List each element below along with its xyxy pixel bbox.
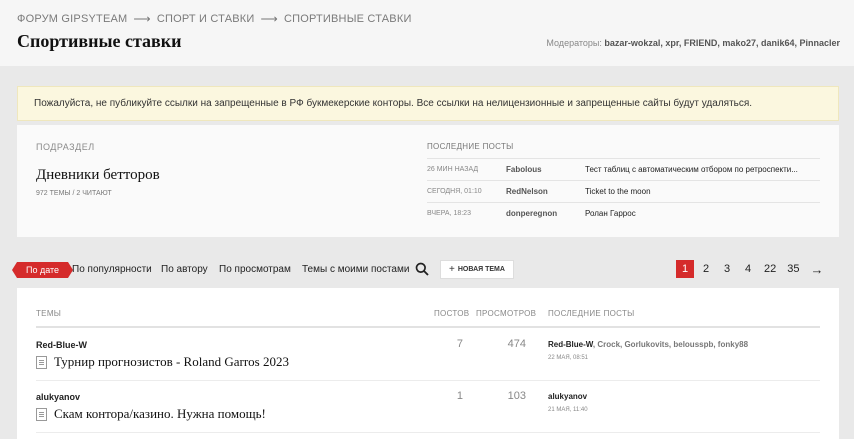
topic-last-post-date: 21 МАЯ, 11:40 — [548, 407, 588, 413]
page-1-button[interactable]: 1 — [676, 260, 694, 278]
last-post-row[interactable]: ВЧЕРА, 18:23 donperegnon Ролан Гаррос — [427, 202, 820, 224]
topic-author[interactable]: Red-Blue-W — [36, 340, 87, 350]
column-header-last-posts: ПОСЛЕДНИЕ ПОСТЫ — [548, 309, 635, 318]
document-icon — [36, 408, 47, 421]
breadcrumb: ФОРУМ GIPSYTEAM ⟶ СПОРТ И СТАВКИ ⟶ СПОРТ… — [17, 12, 412, 26]
subforum-link[interactable]: Дневники бетторов — [36, 167, 160, 184]
table-row: Red-Blue-W Турнир прогнозистов - Roland … — [36, 329, 820, 381]
document-icon — [36, 356, 47, 369]
topics-table: ТЕМЫ ПОСТОВ ПРОСМОТРОВ ПОСЛЕДНИЕ ПОСТЫ R… — [17, 288, 839, 439]
notice-banner: Пожалуйста, не публикуйте ссылки на запр… — [17, 86, 839, 121]
sort-by-views-tab[interactable]: По просмотрам — [219, 264, 291, 275]
table-row: alukyanov Скам контора/казино. Нужна пом… — [36, 381, 820, 433]
sort-by-popularity-tab[interactable]: По популярности — [72, 264, 152, 275]
topic-posts-count: 1 — [456, 390, 463, 402]
last-post-title[interactable]: Ролан Гаррос — [585, 209, 820, 218]
page-35-button[interactable]: 35 — [783, 260, 803, 278]
last-post-title[interactable]: Ticket to the moon — [585, 187, 820, 196]
topic-last-poster[interactable]: Red-Blue-W — [548, 340, 593, 349]
topic-last-post-date: 22 МАЯ, 08:51 — [548, 355, 589, 361]
topic-title[interactable]: Турнир прогнозистов - Roland Garros 2023 — [54, 354, 289, 370]
page-header: ФОРУМ GIPSYTEAM ⟶ СПОРТ И СТАВКИ ⟶ СПОРТ… — [0, 0, 854, 66]
breadcrumb-current[interactable]: СПОРТИВНЫЕ СТАВКИ — [284, 13, 412, 25]
sort-by-date-tab[interactable]: По дате — [11, 262, 74, 278]
last-post-author[interactable]: RedNelson — [506, 187, 585, 196]
page-3-button[interactable]: 3 — [718, 260, 736, 278]
last-post-time: СЕГОДНЯ, 01:10 — [427, 188, 482, 195]
header-divider — [36, 326, 820, 328]
breadcrumb-arrow-icon: ⟶ — [133, 12, 151, 26]
page-title: Спортивные ставки — [17, 31, 182, 51]
notice-text: Пожалуйста, не публикуйте ссылки на запр… — [34, 98, 753, 109]
topic-title[interactable]: Скам контора/казино. Нужна помощь! — [54, 406, 266, 422]
breadcrumb-sport[interactable]: СПОРТ И СТАВКИ — [157, 13, 255, 25]
topics-toolbar: По дате По популярности По автору По про… — [11, 260, 839, 280]
subforum-panel: ПОДРАЗДЕЛ Дневники бетторов 972 ТЕМЫ / 2… — [17, 125, 839, 237]
breadcrumb-forum[interactable]: ФОРУМ GIPSYTEAM — [17, 13, 127, 25]
last-post-author[interactable]: donperegnon — [506, 209, 585, 218]
pagination: 1 2 3 4 22 35 → — [676, 260, 824, 278]
topic-last-posters: alukyanov — [548, 392, 587, 401]
column-header-topics: ТЕМЫ — [36, 309, 62, 318]
last-posts-header: ПОСЛЕДНИЕ ПОСТЫ — [427, 142, 514, 151]
topic-other-posters[interactable]: , Crock, Gorlukovits, belousspb, fonky88 — [593, 340, 748, 349]
topic-posts-count: 7 — [456, 338, 463, 350]
sort-by-author-tab[interactable]: По автору — [161, 264, 208, 275]
column-header-posts: ПОСТОВ — [434, 309, 470, 318]
topic-views-count: 474 — [507, 338, 526, 350]
breadcrumb-arrow-icon: ⟶ — [260, 12, 278, 26]
moderators-label: Модераторы: — [546, 38, 602, 48]
topic-last-poster[interactable]: alukyanov — [548, 392, 587, 401]
column-header-views: ПРОСМОТРОВ — [476, 309, 537, 318]
last-post-row[interactable]: СЕГОДНЯ, 01:10 RedNelson Ticket to the m… — [427, 180, 820, 202]
new-topic-button[interactable]: + НОВАЯ ТЕМА — [440, 260, 514, 279]
topic-last-posters: Red-Blue-W, Crock, Gorlukovits, beloussp… — [548, 340, 748, 349]
moderators: Модераторы: bazar-wokzal, xpr, FRIEND, m… — [546, 38, 840, 48]
plus-icon: + — [449, 264, 455, 275]
page-4-button[interactable]: 4 — [739, 260, 757, 278]
page-22-button[interactable]: 22 — [760, 260, 780, 278]
last-post-author[interactable]: Fabolous — [506, 165, 585, 174]
new-topic-label: НОВАЯ ТЕМА — [457, 266, 505, 273]
page-2-button[interactable]: 2 — [697, 260, 715, 278]
moderators-list[interactable]: bazar-wokzal, xpr, FRIEND, mako27, danik… — [604, 38, 840, 48]
search-icon[interactable] — [415, 262, 429, 276]
next-page-icon[interactable]: → — [811, 262, 824, 277]
last-post-time: ВЧЕРА, 18:23 — [427, 210, 471, 217]
last-post-time: 26 МИН НАЗАД — [427, 166, 479, 173]
subforum-meta: 972 ТЕМЫ / 2 ЧИТАЮТ — [36, 190, 112, 197]
subforum-header: ПОДРАЗДЕЛ — [36, 142, 95, 152]
sort-my-posts-tab[interactable]: Темы с моими постами — [302, 264, 409, 275]
topic-author[interactable]: alukyanov — [36, 392, 80, 402]
topic-views-count: 103 — [507, 390, 526, 402]
last-post-title[interactable]: Тест таблиц с автоматическим отбором по … — [585, 165, 820, 174]
last-post-row[interactable]: 26 МИН НАЗАД Fabolous Тест таблиц с авто… — [427, 158, 820, 180]
